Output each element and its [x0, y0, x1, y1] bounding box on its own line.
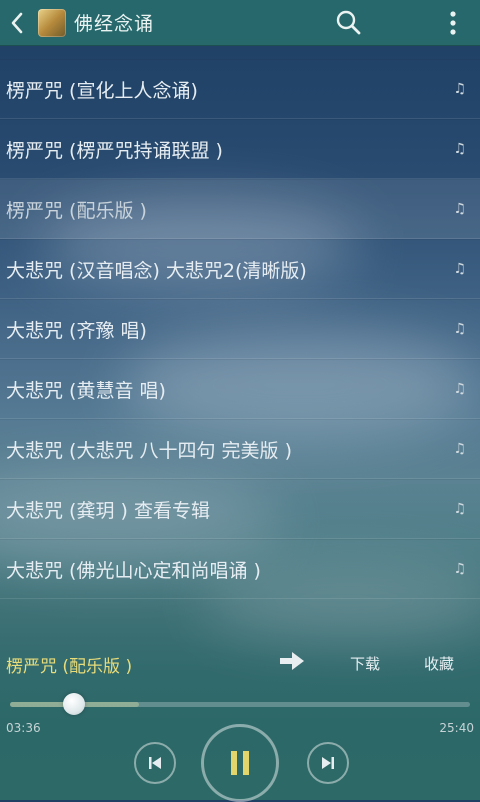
- song-row[interactable]: 大悲咒 (黄慧音 唱) ♫: [0, 359, 480, 419]
- pause-icon: [231, 751, 249, 775]
- song-title: 楞严咒 (楞严咒持诵联盟 ): [6, 139, 223, 162]
- song-title: 楞严咒 (宣化上人念诵): [6, 79, 198, 102]
- song-row[interactable]: 楞严咒 (宣化上人念诵) ♫: [0, 59, 480, 119]
- song-row[interactable]: 大悲咒 (齐豫 唱) ♫: [0, 299, 480, 359]
- skip-next-icon: [322, 757, 334, 769]
- music-note-icon: ♫: [453, 381, 466, 397]
- more-vertical-icon[interactable]: [442, 8, 464, 38]
- song-title: 大悲咒 (黄慧音 唱): [6, 379, 166, 402]
- song-list: 楞严咒 (宣化上人念诵) ♫ 楞严咒 (楞严咒持诵联盟 ) ♫ 楞严咒 (配乐版 ) ♫ 大…: [0, 59, 480, 599]
- music-note-icon: ♫: [453, 441, 466, 457]
- song-row[interactable]: 大悲咒 (大悲咒 八十四句 完美版 ) ♫: [0, 419, 480, 479]
- next-track-button[interactable]: [307, 742, 349, 784]
- back-arrow-icon[interactable]: [2, 0, 32, 45]
- progress-bar[interactable]: [10, 693, 470, 715]
- music-note-icon: ♫: [453, 201, 466, 217]
- song-title: 大悲咒 (汉音唱念) 大悲咒2(清晰版): [6, 259, 307, 282]
- current-time: 03:36: [6, 721, 41, 735]
- music-note-icon: ♫: [453, 321, 466, 337]
- song-row[interactable]: 大悲咒 (汉音唱念) 大悲咒2(清晰版) ♫: [0, 239, 480, 299]
- play-pause-button[interactable]: [201, 724, 279, 802]
- song-row[interactable]: 楞严咒 (楞严咒持诵联盟 ) ♫: [0, 119, 480, 179]
- app-logo: [38, 8, 66, 37]
- previous-track-button[interactable]: [134, 742, 176, 784]
- song-title: 大悲咒 (佛光山心定和尚唱诵 ): [6, 559, 261, 582]
- favorite-button[interactable]: 收藏: [424, 653, 454, 674]
- song-row[interactable]: 楞严咒 (配乐版 ) ♫: [0, 179, 480, 239]
- song-title: 大悲咒 (齐豫 唱): [6, 319, 147, 342]
- page-title: 佛经念诵: [74, 13, 155, 35]
- song-title: 楞严咒 (配乐版 ): [6, 199, 147, 222]
- song-title: 大悲咒 (龚玥 ) 查看专辑: [6, 499, 210, 522]
- music-note-icon: ♫: [453, 81, 466, 97]
- progress-thumb[interactable]: [63, 693, 86, 715]
- share-arrow-icon[interactable]: [278, 650, 306, 672]
- music-note-icon: ♫: [453, 501, 466, 517]
- song-row[interactable]: 大悲咒 (佛光山心定和尚唱诵 ) ♫: [0, 539, 480, 599]
- song-title: 大悲咒 (大悲咒 八十四句 完美版 ): [6, 439, 292, 462]
- music-note-icon: ♫: [453, 561, 466, 577]
- total-time: 25:40: [439, 721, 474, 735]
- song-row[interactable]: 大悲咒 (龚玥 ) 查看专辑 ♫: [0, 479, 480, 539]
- music-note-icon: ♫: [453, 261, 466, 277]
- music-note-icon: ♫: [453, 141, 466, 157]
- now-playing-title: 楞严咒 (配乐版 ): [6, 657, 133, 677]
- search-icon[interactable]: [334, 8, 364, 38]
- top-app-bar: 佛经念诵: [0, 0, 480, 46]
- skip-previous-icon: [149, 757, 161, 769]
- download-button[interactable]: 下载: [350, 653, 380, 674]
